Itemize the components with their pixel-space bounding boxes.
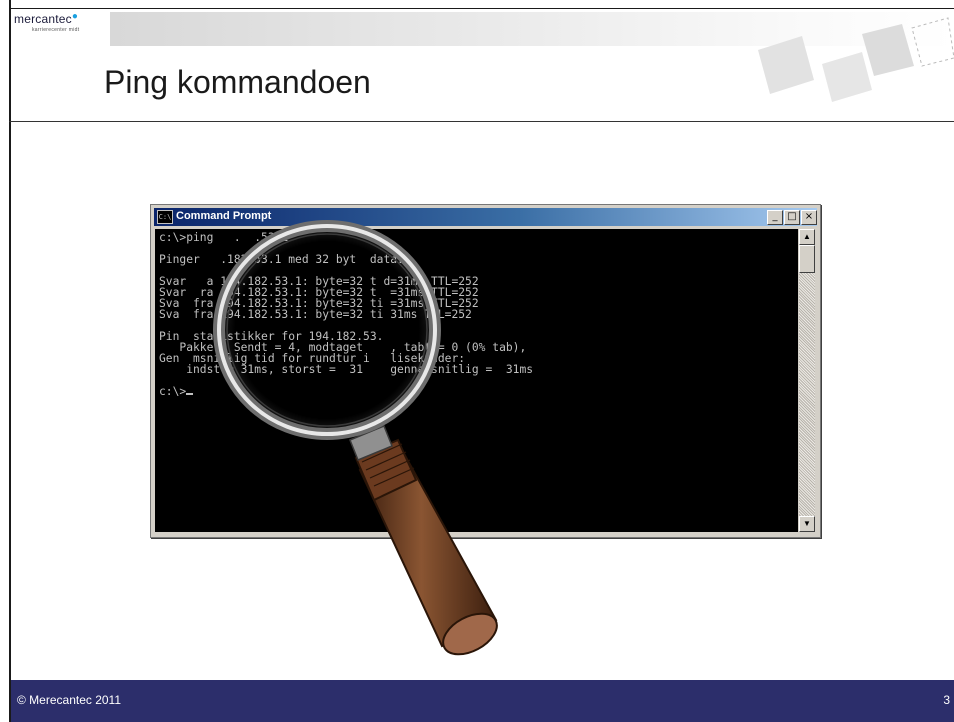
minimize-button[interactable]: _ [767, 210, 783, 225]
slide-top-border [9, 8, 954, 9]
text-cursor [186, 393, 194, 395]
title-divider [9, 121, 954, 122]
slide-left-border [9, 0, 11, 722]
scroll-down-button[interactable]: ▼ [799, 516, 815, 532]
magnifier-handle-end [442, 612, 498, 656]
console-line: Pinger .182.53.1 med 32 byt data: [159, 253, 404, 266]
slide: mercantec● karrierecenter midt Ping komm… [0, 0, 954, 722]
console-line: Sva fra 194.182.53.1: byte=32 ti 31ms TT… [159, 308, 472, 321]
close-button[interactable]: × [801, 210, 817, 225]
logo-subtitle: karrierecenter midt [32, 27, 80, 33]
console-app-icon: C:\ [157, 210, 173, 224]
command-prompt-window[interactable]: C:\ Command Prompt _ □ × c:\>ping . .53.… [150, 204, 821, 538]
scrollbar-thumb[interactable] [799, 245, 815, 273]
console-prompt-line: c:\> [159, 386, 794, 397]
scroll-up-button[interactable]: ▲ [799, 229, 815, 245]
console-prompt: c:\> [159, 385, 187, 398]
copyright-text: © Merecantec 2011 [17, 693, 122, 707]
console-text: c:\>ping . .53.1 Pinger .182.53.1 med 32 … [155, 229, 798, 400]
maximize-button[interactable]: □ [784, 210, 800, 225]
window-title: Command Prompt [176, 210, 272, 222]
vertical-scrollbar[interactable]: ▲ ▼ [799, 229, 815, 532]
console-line: indst = 31ms, storst = 31 gennemsnitlig … [159, 363, 534, 376]
console-line: c:\>ping . .53.1 [159, 231, 289, 244]
logo-name: mercantec● [14, 11, 79, 26]
page-title: Ping kommandoen [104, 64, 371, 100]
footer-bar: © Merecantec 2011 3 [11, 680, 954, 722]
mercantec-logo: mercantec● karrierecenter midt [14, 11, 106, 38]
decorative-cards [758, 17, 954, 102]
console-output[interactable]: c:\>ping . .53.1 Pinger .182.53.1 med 32 … [155, 229, 798, 532]
page-number: 3 [943, 693, 950, 707]
window-titlebar[interactable]: C:\ Command Prompt _ □ × [154, 208, 817, 226]
